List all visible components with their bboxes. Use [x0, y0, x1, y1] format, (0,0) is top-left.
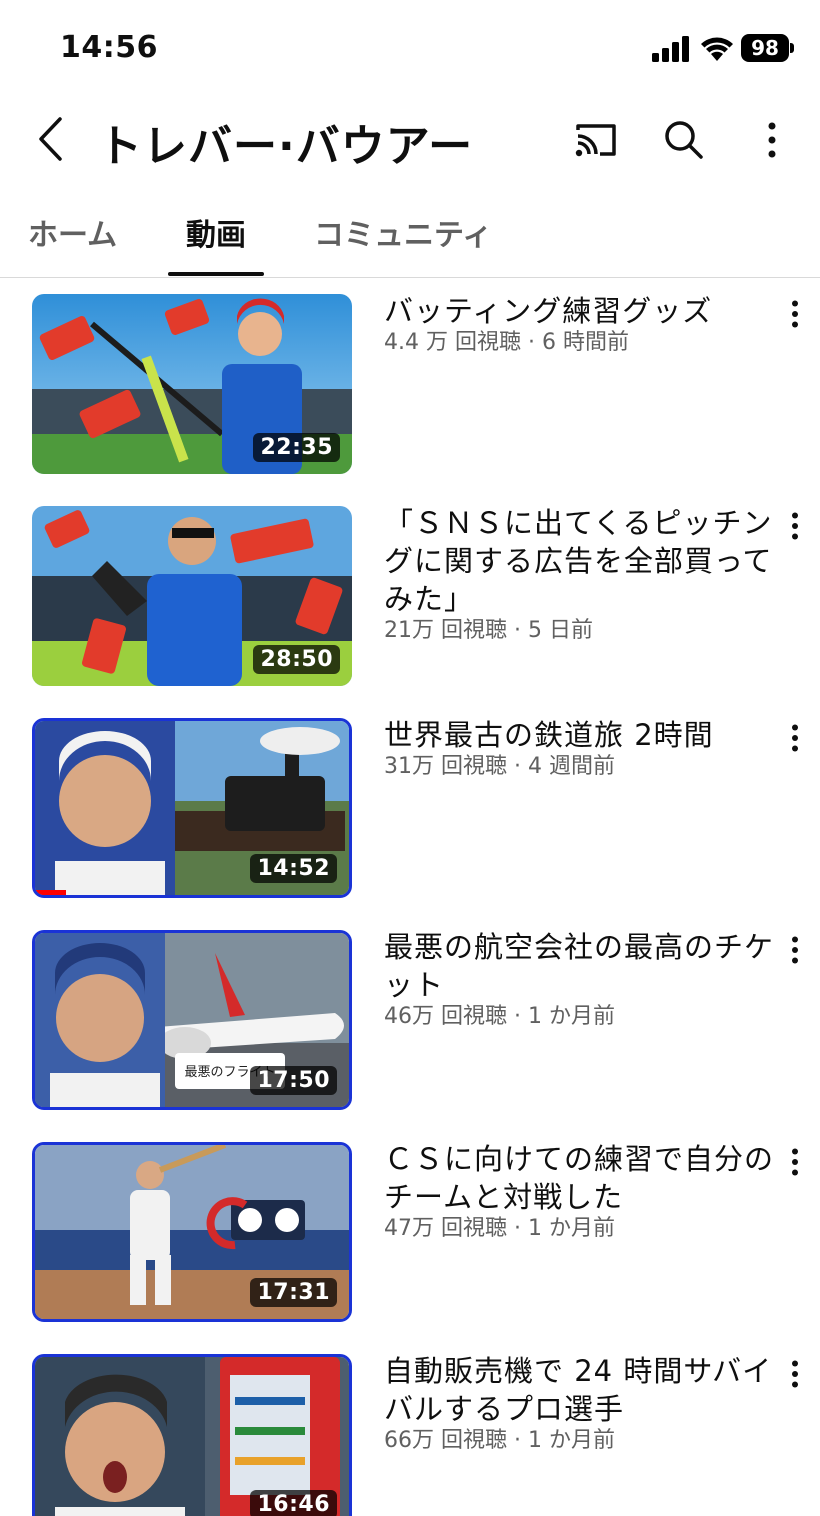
more-vert-icon [792, 512, 798, 540]
video-stats: 47万 回視聴 · 1 か月前 [384, 1216, 615, 1241]
battery-level: 98 [741, 34, 789, 62]
video-title[interactable]: 「ＳＮＳに出てくるピッチングに関する広告を全部買ってみた」 [384, 504, 774, 618]
back-button[interactable] [26, 114, 76, 164]
cast-icon [575, 124, 616, 157]
video-meta: 自動販売機で 24 時間サバイバルするプロ選手 66万 回視聴 · 1 か月前 [384, 1352, 774, 1454]
video-duration: 17:31 [250, 1278, 337, 1307]
upload-age: 1 か月前 [527, 1216, 615, 1241]
back-arrow-icon [39, 117, 62, 161]
video-stats: 4.4 万 回視聴 · 6 時間前 [384, 330, 629, 355]
video-item[interactable]: 22:35 バッティング練習グッズ 4.4 万 回視聴 · 6 時間前 [0, 280, 820, 474]
wifi-icon [701, 37, 733, 61]
video-item[interactable]: 17:31 ＣＳに向けての練習で自分のチームと対戦した 47万 回視聴 · 1 … [0, 1128, 820, 1322]
tab-videos[interactable]: 動画 [186, 210, 246, 254]
video-more-button[interactable] [780, 1142, 810, 1182]
view-count: 46万 回視聴 [384, 1004, 507, 1029]
channel-header: トレバー·バウアー [0, 96, 820, 186]
more-options-button[interactable] [750, 116, 794, 164]
upload-age: 5 日前 [527, 618, 593, 643]
more-vert-icon [792, 936, 798, 964]
upload-age: 6 時間前 [541, 330, 629, 355]
video-stats: 46万 回視聴 · 1 か月前 [384, 1004, 615, 1029]
video-meta: ＣＳに向けての練習で自分のチームと対戦した 47万 回視聴 · 1 か月前 [384, 1140, 774, 1242]
status-bar: 14:56 98 [0, 0, 820, 96]
video-duration: 14:52 [250, 854, 337, 883]
video-meta: 「ＳＮＳに出てくるピッチングに関する広告を全部買ってみた」 21万 回視聴 · … [384, 504, 774, 644]
upload-age: 1 か月前 [527, 1428, 615, 1453]
video-duration: 22:35 [253, 433, 340, 462]
cellular-signal-icon [652, 36, 689, 62]
upload-age: 1 か月前 [527, 1004, 615, 1029]
video-more-button[interactable] [780, 294, 810, 334]
channel-tabs: ホーム 動画 コミュニティ [0, 190, 820, 278]
search-icon [665, 121, 703, 159]
cast-button[interactable] [570, 116, 622, 164]
video-meta: 最悪の航空会社の最高のチケット 46万 回視聴 · 1 か月前 [384, 928, 774, 1030]
video-more-button[interactable] [780, 1354, 810, 1394]
video-title[interactable]: 世界最古の鉄道旅 2時間 [384, 716, 774, 754]
battery-tip [790, 43, 794, 53]
video-duration: 17:50 [250, 1066, 337, 1095]
more-vert-icon [792, 300, 798, 328]
more-vert-icon [792, 724, 798, 752]
video-thumbnail[interactable]: 16:46 [32, 1354, 352, 1516]
video-stats: 66万 回視聴 · 1 か月前 [384, 1428, 615, 1453]
video-title[interactable]: バッティング練習グッズ [384, 292, 774, 330]
more-vert-icon [792, 1148, 798, 1176]
tab-home[interactable]: ホーム [28, 210, 117, 254]
active-tab-indicator [168, 272, 264, 276]
video-more-button[interactable] [780, 718, 810, 758]
video-meta: 世界最古の鉄道旅 2時間 31万 回視聴 · 4 週間前 [384, 716, 774, 780]
page-title: トレバー·バウアー [98, 121, 474, 172]
more-vert-icon [768, 122, 776, 158]
video-item[interactable]: 14:52 世界最古の鉄道旅 2時間 31万 回視聴 · 4 週間前 [0, 704, 820, 898]
video-thumbnail[interactable]: 17:31 [32, 1142, 352, 1322]
video-more-button[interactable] [780, 930, 810, 970]
watch-progress-bar [35, 890, 67, 895]
view-count: 31万 回視聴 [384, 754, 507, 779]
view-count: 47万 回視聴 [384, 1216, 507, 1241]
view-count: 4.4 万 回視聴 [384, 330, 521, 355]
video-item[interactable]: 28:50 「ＳＮＳに出てくるピッチングに関する広告を全部買ってみた」 21万 … [0, 492, 820, 686]
video-stats: 31万 回視聴 · 4 週間前 [384, 754, 615, 779]
upload-age: 4 週間前 [527, 754, 615, 779]
status-time: 14:56 [60, 30, 158, 65]
video-more-button[interactable] [780, 506, 810, 546]
video-meta: バッティング練習グッズ 4.4 万 回視聴 · 6 時間前 [384, 292, 774, 356]
tab-community[interactable]: コミュニティ [314, 210, 492, 254]
video-title[interactable]: ＣＳに向けての練習で自分のチームと対戦した [384, 1140, 774, 1216]
video-duration: 28:50 [253, 645, 340, 674]
more-vert-icon [792, 1360, 798, 1388]
search-button[interactable] [660, 116, 708, 164]
view-count: 66万 回視聴 [384, 1428, 507, 1453]
video-thumbnail[interactable]: 14:52 [32, 718, 352, 898]
video-thumbnail[interactable]: 最悪のフライト 17:50 [32, 930, 352, 1110]
video-item[interactable]: 16:46 自動販売機で 24 時間サバイバルするプロ選手 66万 回視聴 · … [0, 1340, 820, 1516]
video-item[interactable]: 最悪のフライト 17:50 最悪の航空会社の最高のチケット 46万 回視聴 · … [0, 916, 820, 1110]
video-thumbnail[interactable]: 22:35 [32, 294, 352, 474]
video-title[interactable]: 最悪の航空会社の最高のチケット [384, 928, 774, 1004]
video-title[interactable]: 自動販売機で 24 時間サバイバルするプロ選手 [384, 1352, 774, 1428]
video-duration: 16:46 [250, 1490, 337, 1516]
video-stats: 21万 回視聴 · 5 日前 [384, 618, 593, 643]
video-thumbnail[interactable]: 28:50 [32, 506, 352, 686]
view-count: 21万 回視聴 [384, 618, 507, 643]
